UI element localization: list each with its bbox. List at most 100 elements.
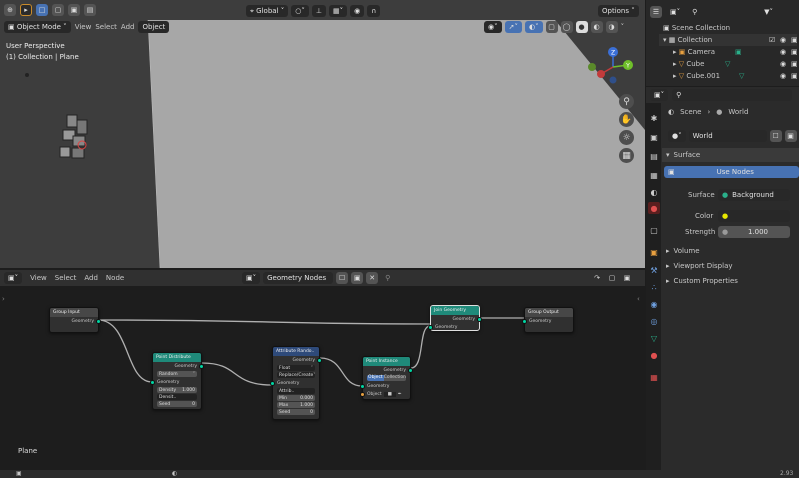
color-field[interactable]: ● xyxy=(718,210,790,222)
world-tab-icon[interactable]: ● xyxy=(648,202,660,214)
tab-collection[interactable]: Collection xyxy=(383,375,406,381)
constraints-tab-icon[interactable]: ◎ xyxy=(648,315,660,327)
transform-orientation[interactable]: ⌖ Global ˅ xyxy=(246,5,289,17)
xray-icon[interactable]: ▢ xyxy=(545,21,558,33)
tool-tab-icon[interactable]: ✱ xyxy=(648,112,660,124)
cube001-eye-icon[interactable]: ◉ xyxy=(780,72,786,80)
data-type-dropdown[interactable]: Float ˅ xyxy=(277,365,315,371)
node-group-input[interactable]: Group Input Geometry xyxy=(49,307,101,333)
seed-field[interactable]: Seed 0 xyxy=(157,401,197,407)
density-field[interactable]: Density 1.000 xyxy=(157,387,197,393)
material-shading-icon[interactable]: ◐ xyxy=(590,21,603,33)
cube001-row[interactable]: ▸ ▽ Cube.001 ▽ ◉ ▣ xyxy=(659,70,798,82)
node-point-instance[interactable]: Point Instance Geometry Object Collectio… xyxy=(360,356,413,400)
camera-row[interactable]: ▸ ▣ Camera ▣ ◉ ▣ xyxy=(659,46,798,58)
outliner-type-icon[interactable]: ☰ xyxy=(650,6,662,18)
seed-field[interactable]: Seed 0 xyxy=(277,409,315,415)
visibility-dropdown[interactable]: ◉˅ xyxy=(484,21,502,33)
render-camera-icon[interactable]: ▣ xyxy=(791,36,798,44)
fake-user-shield-icon[interactable]: ☐ xyxy=(769,130,782,142)
snap-toggle[interactable]: ⊥ xyxy=(311,5,326,17)
perspective-grid-icon[interactable]: ▦ xyxy=(619,148,634,163)
min-field[interactable]: Min 0.000 xyxy=(277,395,315,401)
cube-row[interactable]: ▸ ▽ Cube ▽ ◉ ▣ xyxy=(659,58,798,70)
modifier-tab-icon[interactable]: ⚒ xyxy=(648,264,660,276)
menu-select[interactable]: Select xyxy=(95,23,117,31)
zoom-icon[interactable]: ⚲ xyxy=(619,94,634,109)
geometry-input-socket[interactable] xyxy=(522,318,527,324)
world-browse-icon[interactable]: ●˅ xyxy=(668,130,686,142)
eyedropper-icon[interactable]: ✒ xyxy=(398,392,402,397)
particles-tab-icon[interactable]: ∴ xyxy=(648,281,660,293)
pivot-dropdown[interactable]: ○˅ xyxy=(291,5,309,17)
texture-tab-icon[interactable]: ▦ xyxy=(648,371,660,383)
outliner-search[interactable]: ⚲ xyxy=(688,6,757,18)
wireframe-shading-icon[interactable]: ◯ xyxy=(560,21,573,33)
shading-dropdown-icon[interactable]: ˅ xyxy=(621,23,625,31)
scene-collection-row[interactable]: ▣ Scene Collection xyxy=(659,22,797,34)
object-input-socket[interactable] xyxy=(360,391,365,397)
select-mode-3-icon[interactable]: ▣ xyxy=(68,4,80,16)
distribute-mode-dropdown[interactable]: Random ˅ xyxy=(157,371,197,377)
geometry-output-socket[interactable] xyxy=(317,357,322,363)
select-mode-2-icon[interactable]: ▢ xyxy=(52,4,64,16)
select-box-icon[interactable]: □ xyxy=(36,4,48,16)
use-nodes-button[interactable]: ▣ Use Nodes xyxy=(664,166,799,178)
material-tab-icon[interactable]: ● xyxy=(648,349,660,361)
geometry-output-socket[interactable] xyxy=(199,363,204,369)
overlay-toggle[interactable]: ◐˅ xyxy=(524,21,543,33)
scene-tab-icon[interactable]: ◐ xyxy=(648,186,660,198)
max-field[interactable]: Max 1.000 xyxy=(277,402,315,408)
proportional-edit[interactable]: ◉ xyxy=(350,5,365,17)
axis-gizmo[interactable]: Z Y xyxy=(585,40,635,90)
geometry-input-socket[interactable] xyxy=(428,324,433,330)
geometry-output-socket[interactable] xyxy=(96,318,101,324)
node-point-distribute[interactable]: Point Distribute Geometry Random ˅ Geomet… xyxy=(150,352,204,410)
density-attribute-field[interactable]: Densit.. xyxy=(157,394,197,400)
snap-dropdown[interactable]: ▦˅ xyxy=(328,5,348,17)
collection-tab-icon[interactable]: ▢ xyxy=(648,224,660,236)
output-tab-icon[interactable]: ▤ xyxy=(648,150,660,162)
cube001-render-icon[interactable]: ▣ xyxy=(791,72,798,80)
properties-search[interactable]: ⚲ xyxy=(672,89,793,101)
select-mode-4-icon[interactable]: ▤ xyxy=(84,4,96,16)
attribute-field[interactable]: Attrib.. xyxy=(277,388,315,394)
menu-object[interactable]: Object xyxy=(138,21,170,33)
solid-shading-icon[interactable]: ● xyxy=(575,21,588,33)
camera-eye-icon[interactable]: ◉ xyxy=(780,48,786,56)
geometry-input-socket[interactable] xyxy=(150,379,155,385)
node-join-geometry[interactable]: Join Geometry Geometry Geometry xyxy=(428,305,482,331)
camera-render-icon[interactable]: ▣ xyxy=(791,48,798,56)
cube-eye-icon[interactable]: ◉ xyxy=(780,60,786,68)
cube-render-icon[interactable]: ▣ xyxy=(791,60,798,68)
operation-dropdown[interactable]: Replace/Create ˅ xyxy=(277,372,316,378)
object-tab-icon[interactable]: ▣ xyxy=(648,246,660,258)
menu-add[interactable]: Add xyxy=(121,23,135,31)
render-tab-icon[interactable]: ▣ xyxy=(648,131,660,143)
geometry-input-socket[interactable] xyxy=(360,383,365,389)
surface-shader-field[interactable]: ● Background xyxy=(718,189,790,201)
geometry-input-socket[interactable] xyxy=(270,380,275,386)
surface-panel-header[interactable]: ▾ Surface xyxy=(662,148,799,162)
view-layer-tab-icon[interactable]: ▦ xyxy=(648,169,660,181)
data-tab-icon[interactable]: ▽ xyxy=(648,332,660,344)
pan-hand-icon[interactable]: ✋ xyxy=(619,112,634,127)
rendered-shading-icon[interactable]: ◑ xyxy=(605,21,618,33)
mode-dropdown[interactable]: ▣ Object Mode ˅ xyxy=(4,21,71,33)
geometry-output-socket[interactable] xyxy=(477,316,482,322)
display-mode-dropdown[interactable]: ▣˅ xyxy=(666,6,685,18)
node-attribute-randomize[interactable]: Attribute Rando.. Geometry Float ˅ Replac… xyxy=(270,346,322,420)
viewport-display-panel[interactable]: ▸ Viewport Display xyxy=(666,260,733,272)
editor-type-icon[interactable]: ⊕ xyxy=(4,4,16,16)
duplicate-icon[interactable]: ▣ xyxy=(784,130,797,142)
tab-object[interactable]: Object xyxy=(367,375,384,381)
gizmo-toggle[interactable]: ➚˅ xyxy=(504,21,522,33)
node-group-output[interactable]: Group Output Geometry xyxy=(522,307,574,333)
visibility-eye-icon[interactable]: ◉ xyxy=(780,36,786,44)
menu-view[interactable]: View xyxy=(75,23,92,31)
orientation-dropdown[interactable]: ⌖ Global ˅ ○˅ ⊥ ▦˅ ◉ ∩ xyxy=(246,5,381,17)
filter-icon[interactable]: ▼˅ xyxy=(760,6,778,18)
custom-properties-panel[interactable]: ▸ Custom Properties xyxy=(666,275,738,287)
geometry-output-socket[interactable] xyxy=(408,367,413,373)
properties-type-icon[interactable]: ▣˅ xyxy=(650,89,669,101)
